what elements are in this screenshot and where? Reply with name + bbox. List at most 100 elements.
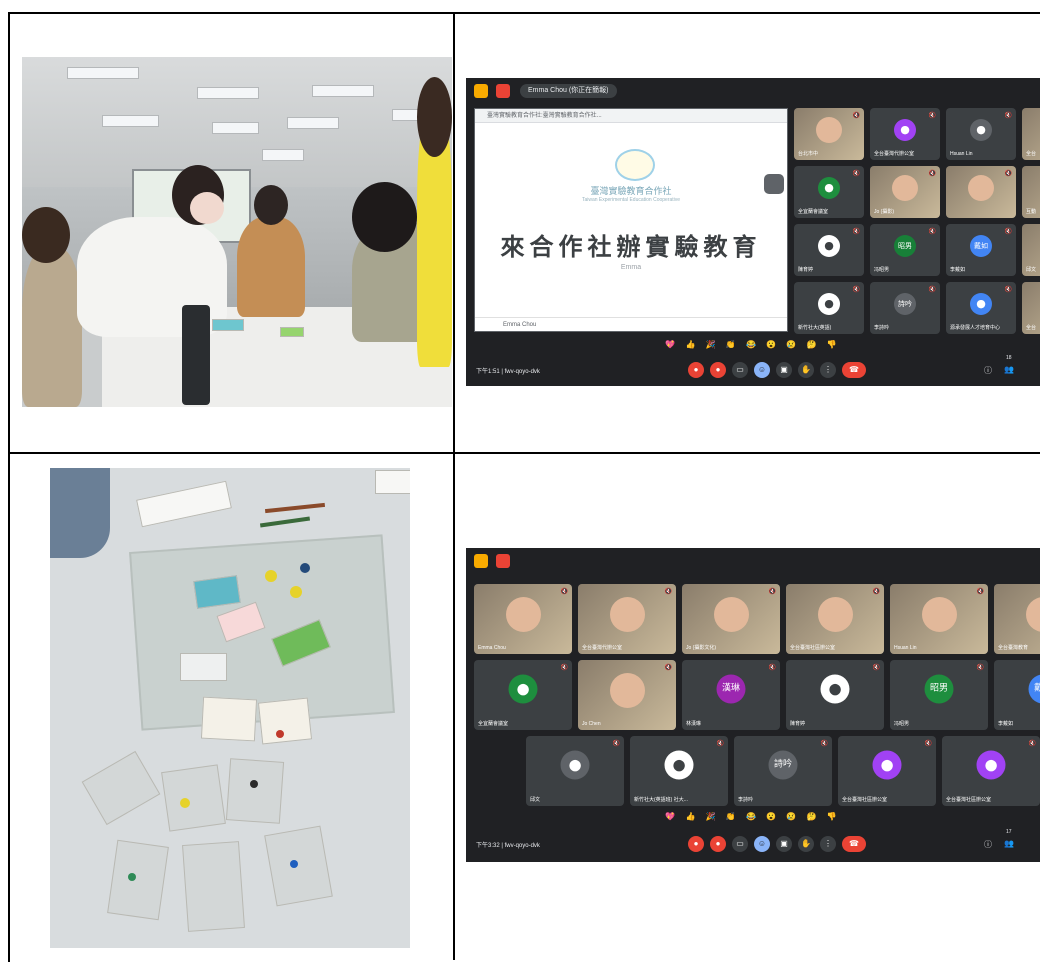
ceiling-light <box>287 117 339 129</box>
participant-name: 全台 <box>1026 150 1036 157</box>
camera-off-button[interactable]: ● <box>710 362 726 378</box>
person-back-head <box>254 185 288 225</box>
info-icon[interactable]: ⓘ <box>984 365 992 376</box>
participant-tile[interactable]: 漢琳🔇林漢琳 <box>682 660 780 730</box>
participant-tile[interactable]: ●🔇Hsuan Lin <box>946 108 1016 160</box>
mic-off-button[interactable]: ● <box>688 836 704 852</box>
participant-avatar: 戴如 <box>970 235 992 257</box>
crayon <box>265 503 325 513</box>
present-button[interactable]: ▣ <box>776 836 792 852</box>
participant-tile[interactable]: ●🔇新竹社大(英語班) 社大... <box>630 736 728 806</box>
participant-tile[interactable]: ●🔇全台臺灣社區辦公室 <box>942 736 1040 806</box>
participant-tile[interactable]: ●🔇全台臺灣社區辦公室 <box>838 736 936 806</box>
participant-face <box>610 673 645 708</box>
meet-present-icon[interactable] <box>474 554 488 568</box>
participant-tile[interactable]: ●🔇全宜蘭會議室 <box>794 166 864 218</box>
face-mask <box>190 192 224 224</box>
participant-tile[interactable]: 🔇互動 <box>1022 166 1040 218</box>
board-game-photo <box>50 468 410 948</box>
participant-tile[interactable]: 🔇全台臺灣社區辦公室 <box>786 584 884 654</box>
participant-tile[interactable]: ●🔇陳育婷 <box>786 660 884 730</box>
participant-tile[interactable]: ●🔇全宜蘭會議室 <box>474 660 572 730</box>
camera-off-button[interactable]: ● <box>710 836 726 852</box>
participant-tile[interactable]: ●🔇陳育婷 <box>794 224 864 276</box>
participant-name: 源承發展人才培育中心 <box>950 324 1000 331</box>
participant-tile[interactable]: 詩吟🔇李詩吟 <box>870 282 940 334</box>
participant-tile[interactable]: 🔇全台 <box>1022 282 1040 334</box>
participant-tile[interactable]: ●🔇源承發展人才培育中心 <box>946 282 1016 334</box>
water-bottle <box>182 305 210 405</box>
emoji-button[interactable]: ☺ <box>754 362 770 378</box>
participant-tile[interactable]: 🔇全台 <box>1022 108 1040 160</box>
blue-token <box>300 563 310 573</box>
participant-tile[interactable]: 🔇Emma Chou <box>474 584 572 654</box>
participant-tile[interactable]: 🔇Jo (攝影) <box>870 166 940 218</box>
mic-muted-icon: 🔇 <box>1005 170 1012 177</box>
leave-call-button[interactable]: ☎ <box>842 362 866 378</box>
meet-screenshot-gallery: 🔇Emma Chou🔇全台臺灣代辦公室🔇Jo (攝影文化)🔇全台臺灣社區辦公室🔇… <box>466 548 1040 862</box>
reaction-bar[interactable]: 💖 👍 🎉 👏 😂 😮 😢 🤔 👎 <box>466 812 1040 821</box>
participant-tile[interactable]: 戴如🔇李戴如 <box>994 660 1040 730</box>
game-card <box>180 653 227 681</box>
blue-token <box>290 860 298 868</box>
participant-tile[interactable]: 🔇 <box>946 166 1016 218</box>
captions-button[interactable]: ▭ <box>732 362 748 378</box>
participant-tile[interactable]: 戴如🔇李戴如 <box>946 224 1016 276</box>
leave-call-button[interactable]: ☎ <box>842 836 866 852</box>
mic-off-button[interactable]: ● <box>688 362 704 378</box>
participant-name: Emma Chou <box>478 645 506 651</box>
money-card <box>107 840 169 921</box>
raise-hand-button[interactable]: ✋ <box>798 362 814 378</box>
participant-name: 全宜蘭會議室 <box>478 720 508 727</box>
participant-tile[interactable]: 昭男🔇冯昭男 <box>890 660 988 730</box>
participant-tile[interactable]: ●🔇新竹社大(英語) <box>794 282 864 334</box>
participant-name: Hsuan Lin <box>894 645 917 651</box>
raise-hand-button[interactable]: ✋ <box>798 836 814 852</box>
participant-tile[interactable]: 🔇Hsuan Lin <box>890 584 988 654</box>
meet-record-icon[interactable] <box>496 554 510 568</box>
participant-avatar: ● <box>821 675 850 704</box>
slide-author: Emma <box>475 264 787 271</box>
people-icon[interactable]: 👥 <box>1004 839 1014 848</box>
participant-name: 李詩吟 <box>874 324 889 331</box>
captions-button[interactable]: ▭ <box>732 836 748 852</box>
participant-tile[interactable]: 詩吟🔇李詩吟 <box>734 736 832 806</box>
mic-muted-icon: 🔇 <box>853 170 860 177</box>
ceiling-light <box>67 67 139 79</box>
participant-tile[interactable]: 昭男🔇冯昭男 <box>870 224 940 276</box>
present-button[interactable]: ▣ <box>776 362 792 378</box>
meet-present-icon[interactable] <box>474 84 488 98</box>
participant-tile[interactable]: 🔇Jo Chen <box>578 660 676 730</box>
mic-muted-icon: 🔇 <box>929 286 936 293</box>
participant-tile[interactable]: 🔇Jo (攝影文化) <box>682 584 780 654</box>
participant-tile[interactable]: 🔇全台臺灣代辦公室 <box>578 584 676 654</box>
mic-muted-icon: 🔇 <box>1005 228 1012 235</box>
meet-record-icon[interactable] <box>496 84 510 98</box>
info-icon[interactable]: ⓘ <box>984 839 992 850</box>
participant-avatar: 戴如 <box>1029 675 1040 704</box>
participant-face <box>506 597 541 632</box>
participant-name: 全台臺灣社區辦公室 <box>790 644 835 651</box>
participant-tile[interactable]: 🔇全台臺灣教育 <box>994 584 1040 654</box>
people-icon[interactable]: 👥 <box>1004 365 1014 374</box>
participant-tile[interactable]: 🔇邱文 <box>1022 224 1040 276</box>
more-options-button[interactable]: ⋮ <box>820 836 836 852</box>
participant-name: 全台臺灣代辦公室 <box>582 644 622 651</box>
paper-sheet <box>136 481 232 528</box>
slide-toggle-button[interactable] <box>764 174 784 194</box>
participant-tile[interactable]: ●🔇邱文 <box>526 736 624 806</box>
reaction-bar[interactable]: 💖 👍 🎉 👏 😂 😮 😢 🤔 👎 <box>466 340 1040 349</box>
emoji-button[interactable]: ☺ <box>754 836 770 852</box>
meet-screenshot-presentation: Emma Chou (你正在簡報) 臺灣實驗教育合作社:臺灣實驗教育合作社...… <box>466 78 1040 386</box>
more-options-button[interactable]: ⋮ <box>820 362 836 378</box>
ceiling-light <box>197 87 259 99</box>
participant-avatar: ● <box>977 751 1006 780</box>
participant-name: 李詩吟 <box>738 796 753 803</box>
ceiling-light <box>262 149 304 161</box>
participant-avatar: 詩吟 <box>769 751 798 780</box>
participant-name: 全台臺灣教育 <box>998 644 1028 651</box>
person-left-head <box>22 207 70 263</box>
participant-tile[interactable]: ●🔇全台臺灣代辦公室 <box>870 108 940 160</box>
participant-name: 冯昭男 <box>894 720 909 727</box>
participant-tile[interactable]: 🔇台北市中 <box>794 108 864 160</box>
